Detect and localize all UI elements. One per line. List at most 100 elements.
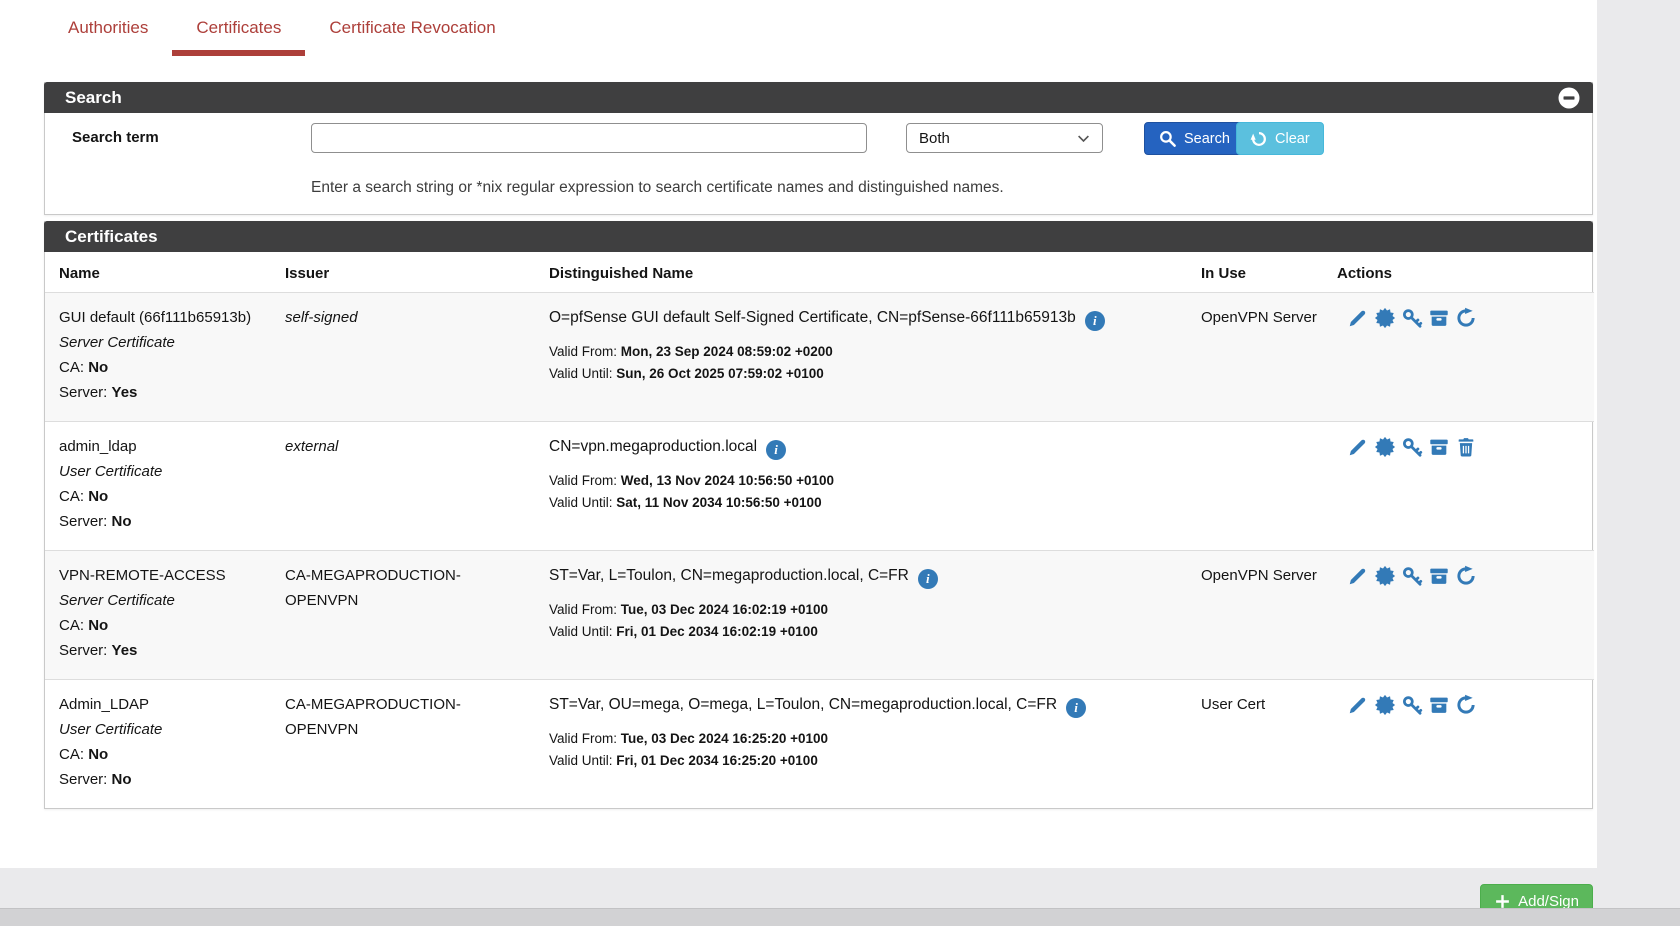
edit-icon[interactable] — [1347, 307, 1369, 329]
clear-button-label: Clear — [1275, 131, 1310, 147]
name-cell: admin_ldap User Certificate CA: No Serve… — [45, 422, 277, 551]
chevron-down-icon — [1077, 132, 1090, 145]
valid-from: Valid From: Tue, 03 Dec 2024 16:25:20 +0… — [549, 728, 1185, 750]
valid-until: Valid Until: Fri, 01 Dec 2034 16:02:19 +… — [549, 621, 1185, 643]
ca-flag: CA: No — [59, 742, 269, 767]
export-certificate-icon[interactable] — [1374, 565, 1396, 587]
export-key-icon[interactable] — [1401, 436, 1423, 458]
search-panel-body: Search term Both Search Clear Enter a se… — [45, 113, 1592, 214]
export-key-icon[interactable] — [1401, 694, 1423, 716]
certificate-name: GUI default (66f111b65913b) — [59, 305, 269, 330]
renew-icon[interactable] — [1455, 307, 1477, 329]
search-term-label: Search term — [72, 129, 159, 146]
server-flag: Server: Yes — [59, 380, 269, 405]
distinguished-name: ST=Var, L=Toulon, CN=megaproduction.loca… — [549, 567, 909, 584]
export-certificate-icon[interactable] — [1374, 694, 1396, 716]
bottom-band — [0, 908, 1680, 926]
server-flag: Server: No — [59, 509, 269, 534]
column-header-distinguished-name: Distinguished Name — [541, 252, 1193, 293]
search-scope-select[interactable]: Both — [906, 123, 1103, 153]
in-use-cell: OpenVPN Server — [1193, 551, 1329, 680]
issuer-cell: self-signed — [277, 293, 541, 422]
distinguished-name: O=pfSense GUI default Self-Signed Certif… — [549, 309, 1076, 326]
valid-from: Valid From: Mon, 23 Sep 2024 08:59:02 +0… — [549, 341, 1185, 363]
export-certificate-icon[interactable] — [1374, 307, 1396, 329]
distinguished-name: CN=vpn.megaproduction.local — [549, 438, 757, 455]
certificate-type: User Certificate — [59, 459, 269, 484]
issuer-cell: CA-MEGAPRODUCTION-OPENVPN — [277, 551, 541, 680]
distinguished-name: ST=Var, OU=mega, O=mega, L=Toulon, CN=me… — [549, 696, 1057, 713]
distinguished-name-cell: CN=vpn.megaproduction.locali Valid From:… — [541, 422, 1193, 551]
issuer-cell: CA-MEGAPRODUCTION-OPENVPN — [277, 680, 541, 809]
export-p12-icon[interactable] — [1428, 565, 1450, 587]
export-key-icon[interactable] — [1401, 565, 1423, 587]
undo-icon — [1250, 130, 1268, 148]
certificate-name: admin_ldap — [59, 434, 269, 459]
export-certificate-icon[interactable] — [1374, 436, 1396, 458]
name-cell: Admin_LDAP User Certificate CA: No Serve… — [45, 680, 277, 809]
certificate-type: User Certificate — [59, 717, 269, 742]
search-help-text: Enter a search string or *nix regular ex… — [311, 179, 1004, 197]
clear-button[interactable]: Clear — [1236, 122, 1324, 155]
export-key-icon[interactable] — [1401, 307, 1423, 329]
add-sign-button-label: Add/Sign — [1518, 893, 1579, 910]
collapse-panel-icon[interactable] — [1557, 86, 1581, 110]
valid-until: Valid Until: Sat, 11 Nov 2034 10:56:50 +… — [549, 492, 1185, 514]
search-button[interactable]: Search — [1144, 122, 1244, 155]
tab-certificate-revocation[interactable]: Certificate Revocation — [305, 10, 519, 56]
table-row: VPN-REMOTE-ACCESS Server Certificate CA:… — [45, 551, 1594, 680]
renew-icon[interactable] — [1455, 565, 1477, 587]
server-flag: Server: No — [59, 767, 269, 792]
column-header-in-use: In Use — [1193, 252, 1329, 293]
ca-flag: CA: No — [59, 355, 269, 380]
info-icon[interactable]: i — [766, 440, 786, 460]
export-p12-icon[interactable] — [1428, 436, 1450, 458]
search-panel-heading: Search — [44, 82, 1593, 113]
certificates-panel: Certificates Name Issuer Distinguished N… — [44, 221, 1593, 809]
issuer-cell: external — [277, 422, 541, 551]
export-p12-icon[interactable] — [1428, 307, 1450, 329]
search-button-label: Search — [1184, 131, 1230, 147]
column-header-actions: Actions — [1329, 252, 1594, 293]
edit-icon[interactable] — [1347, 694, 1369, 716]
certificate-name: Admin_LDAP — [59, 692, 269, 717]
certificate-type: Server Certificate — [59, 588, 269, 613]
plus-icon — [1494, 893, 1511, 910]
column-header-name: Name — [45, 252, 277, 293]
certificates-table: Name Issuer Distinguished Name In Use Ac… — [45, 252, 1594, 808]
table-row: Admin_LDAP User Certificate CA: No Serve… — [45, 680, 1594, 809]
distinguished-name-cell: O=pfSense GUI default Self-Signed Certif… — [541, 293, 1193, 422]
certificates-panel-heading: Certificates — [44, 221, 1593, 252]
name-cell: GUI default (66f111b65913b) Server Certi… — [45, 293, 277, 422]
name-cell: VPN-REMOTE-ACCESS Server Certificate CA:… — [45, 551, 277, 680]
renew-icon[interactable] — [1455, 694, 1477, 716]
search-scope-value: Both — [919, 130, 950, 147]
edit-icon[interactable] — [1347, 436, 1369, 458]
in-use-cell: User Cert — [1193, 680, 1329, 809]
actions-cell — [1329, 680, 1594, 809]
info-icon[interactable]: i — [1066, 698, 1086, 718]
distinguished-name-cell: ST=Var, OU=mega, O=mega, L=Toulon, CN=me… — [541, 680, 1193, 809]
info-icon[interactable]: i — [918, 569, 938, 589]
certificates-panel-title: Certificates — [65, 227, 158, 247]
in-use-cell: OpenVPN Server — [1193, 293, 1329, 422]
valid-until: Valid Until: Fri, 01 Dec 2034 16:25:20 +… — [549, 750, 1185, 772]
certificate-type: Server Certificate — [59, 330, 269, 355]
ca-flag: CA: No — [59, 613, 269, 638]
server-flag: Server: Yes — [59, 638, 269, 663]
info-icon[interactable]: i — [1085, 311, 1105, 331]
actions-cell — [1329, 422, 1594, 551]
actions-cell — [1329, 293, 1594, 422]
tab-authorities[interactable]: Authorities — [44, 10, 172, 56]
delete-icon[interactable] — [1455, 436, 1477, 458]
valid-from: Valid From: Tue, 03 Dec 2024 16:02:19 +0… — [549, 599, 1185, 621]
tab-certificates[interactable]: Certificates — [172, 10, 305, 56]
export-p12-icon[interactable] — [1428, 694, 1450, 716]
search-panel-title: Search — [65, 88, 122, 108]
edit-icon[interactable] — [1347, 565, 1369, 587]
certificate-name: VPN-REMOTE-ACCESS — [59, 563, 269, 588]
valid-until: Valid Until: Sun, 26 Oct 2025 07:59:02 +… — [549, 363, 1185, 385]
distinguished-name-cell: ST=Var, L=Toulon, CN=megaproduction.loca… — [541, 551, 1193, 680]
search-term-input[interactable] — [311, 123, 867, 153]
search-panel: Search Search term Both Search Clear Ent… — [44, 82, 1593, 215]
